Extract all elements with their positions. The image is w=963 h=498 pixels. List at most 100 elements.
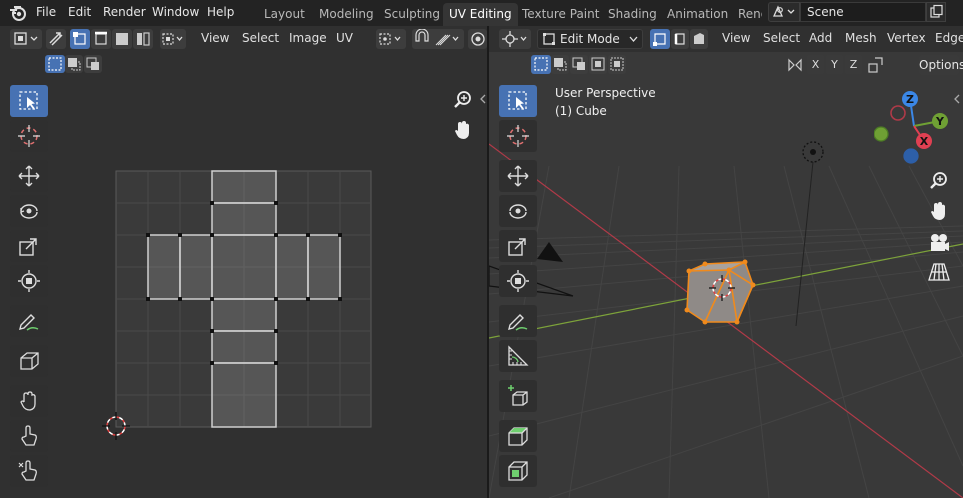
tab-uv-editing[interactable]: UV Editing <box>443 3 518 26</box>
scale-icon <box>508 238 526 256</box>
view-name-label: User Perspective <box>555 86 656 100</box>
projection-toggle-button[interactable] <box>926 259 952 285</box>
viewport-header: Edit Mode View Select Add Mesh Vertex Ed… <box>489 26 963 52</box>
vertex-select-icon <box>653 33 666 46</box>
uv-face <box>211 234 277 300</box>
uv-face <box>211 330 277 364</box>
tool-inset[interactable] <box>499 455 537 487</box>
pan-view-button[interactable] <box>926 198 952 224</box>
select-extend-icon <box>554 58 567 71</box>
duplicate-icon <box>930 4 943 18</box>
scene-icon <box>772 5 795 17</box>
viewport-menu-view[interactable]: View <box>722 31 750 45</box>
collapse-sidebar-arrow-icon[interactable] <box>953 94 961 104</box>
editor-type-button[interactable] <box>499 29 531 49</box>
tab-animation[interactable]: Animation <box>661 3 734 26</box>
viewport-menu-select[interactable]: Select <box>763 31 800 45</box>
scene-new-button[interactable] <box>926 2 946 22</box>
active-object-label: (1) Cube <box>555 104 607 118</box>
blender-logo-icon[interactable] <box>9 4 27 22</box>
interaction-mode-dropdown[interactable]: Edit Mode <box>537 29 643 49</box>
3d-viewport-icon <box>502 31 527 47</box>
3d-viewport-pane: Edit Mode View Select Add Mesh Vertex Ed… <box>489 26 963 498</box>
select-subtract-mode-button[interactable] <box>570 55 588 74</box>
tool-cursor[interactable] <box>499 120 537 152</box>
menu-file[interactable]: File <box>36 5 56 19</box>
uv-face <box>307 234 341 300</box>
zoom-view-button[interactable] <box>926 168 952 194</box>
gizmo-y-label: Y <box>935 115 945 128</box>
annotate-icon <box>508 314 528 331</box>
mirror-icon[interactable] <box>787 56 803 74</box>
tool-add-cube[interactable] <box>499 380 537 412</box>
scene-name-field[interactable]: Scene <box>800 2 926 22</box>
top-bar: File Edit Render Window Help Layout Mode… <box>0 0 963 26</box>
ruler-icon <box>508 345 529 366</box>
uv-face <box>211 362 277 428</box>
mirror-x-toggle[interactable]: X <box>807 55 824 74</box>
vertex-select-mode-button[interactable] <box>650 29 670 49</box>
options-label: Options <box>919 58 963 72</box>
viewport-menu-add[interactable]: Add <box>809 31 832 45</box>
zoom-icon <box>454 91 471 108</box>
viewport-menu-mesh[interactable]: Mesh <box>845 31 877 45</box>
tool-transform[interactable] <box>499 265 537 297</box>
uv-editor-pane: View Select Image UV <box>0 26 487 498</box>
tool-extrude[interactable] <box>499 420 537 452</box>
scene-browse-button[interactable] <box>768 2 800 22</box>
tool-annotate[interactable] <box>499 305 537 337</box>
menu-edit[interactable]: Edit <box>68 5 91 19</box>
tool-select-box[interactable] <box>499 85 537 117</box>
zoom-view-button[interactable] <box>450 87 476 113</box>
select-invert-icon <box>591 57 605 71</box>
select-box-icon <box>508 91 527 110</box>
extrude-icon <box>508 427 528 446</box>
tab-shading[interactable]: Shading <box>602 3 663 26</box>
tool-scale[interactable] <box>499 230 537 262</box>
viewport-menu-edge[interactable]: Edge <box>935 31 963 45</box>
options-dropdown[interactable]: Options <box>919 55 963 75</box>
uv-face <box>211 298 277 332</box>
navigation-gizmo[interactable]: Z Y X <box>874 86 954 166</box>
face-select-mode-button[interactable] <box>690 29 708 49</box>
tab-modeling[interactable]: Modeling <box>313 3 380 26</box>
pan-view-button[interactable] <box>450 117 476 143</box>
move-icon <box>507 165 529 187</box>
viewport-menu-vertex[interactable]: Vertex <box>887 31 926 45</box>
cursor-icon <box>507 125 529 147</box>
inset-faces-icon <box>508 461 528 481</box>
uv-face <box>179 234 213 300</box>
mirror-y-toggle[interactable]: Y <box>826 55 843 74</box>
gizmo-neg-z[interactable] <box>903 148 919 164</box>
tab-rendering[interactable]: Rend <box>732 3 762 26</box>
tab-texture-paint[interactable]: Texture Paint <box>516 3 605 26</box>
topology-mirror-icon[interactable] <box>867 56 885 74</box>
uv-face <box>211 170 277 204</box>
menu-window[interactable]: Window <box>152 5 199 19</box>
tool-rotate[interactable] <box>499 195 537 227</box>
menu-help[interactable]: Help <box>207 5 234 19</box>
tab-sculpting[interactable]: Sculpting <box>378 3 446 26</box>
chevron-down-icon <box>629 36 638 42</box>
select-box-mode-button[interactable] <box>531 55 551 74</box>
mirror-z-toggle[interactable]: Z <box>845 55 862 74</box>
select-intersect-mode-button[interactable] <box>608 55 626 74</box>
tool-move[interactable] <box>499 160 537 192</box>
gizmo-neg-x[interactable] <box>890 105 906 121</box>
gizmo-x-label: X <box>920 135 929 148</box>
edge-select-icon <box>674 33 685 45</box>
select-intersect-icon <box>610 57 624 71</box>
edge-select-mode-button[interactable] <box>671 29 689 49</box>
select-invert-mode-button[interactable] <box>589 55 607 74</box>
uv-canvas[interactable] <box>0 26 487 498</box>
camera-view-button[interactable] <box>926 229 952 255</box>
select-extend-mode-button[interactable] <box>551 55 569 74</box>
tool-measure[interactable] <box>499 340 537 372</box>
tab-layout[interactable]: Layout <box>258 3 311 26</box>
menu-render[interactable]: Render <box>103 5 146 19</box>
scene-selector: Scene <box>768 2 946 22</box>
select-new-icon <box>534 57 548 71</box>
collapse-sidebar-arrow-icon[interactable] <box>479 94 487 104</box>
gizmo-neg-y[interactable] <box>874 126 889 142</box>
camera-icon <box>931 234 949 251</box>
